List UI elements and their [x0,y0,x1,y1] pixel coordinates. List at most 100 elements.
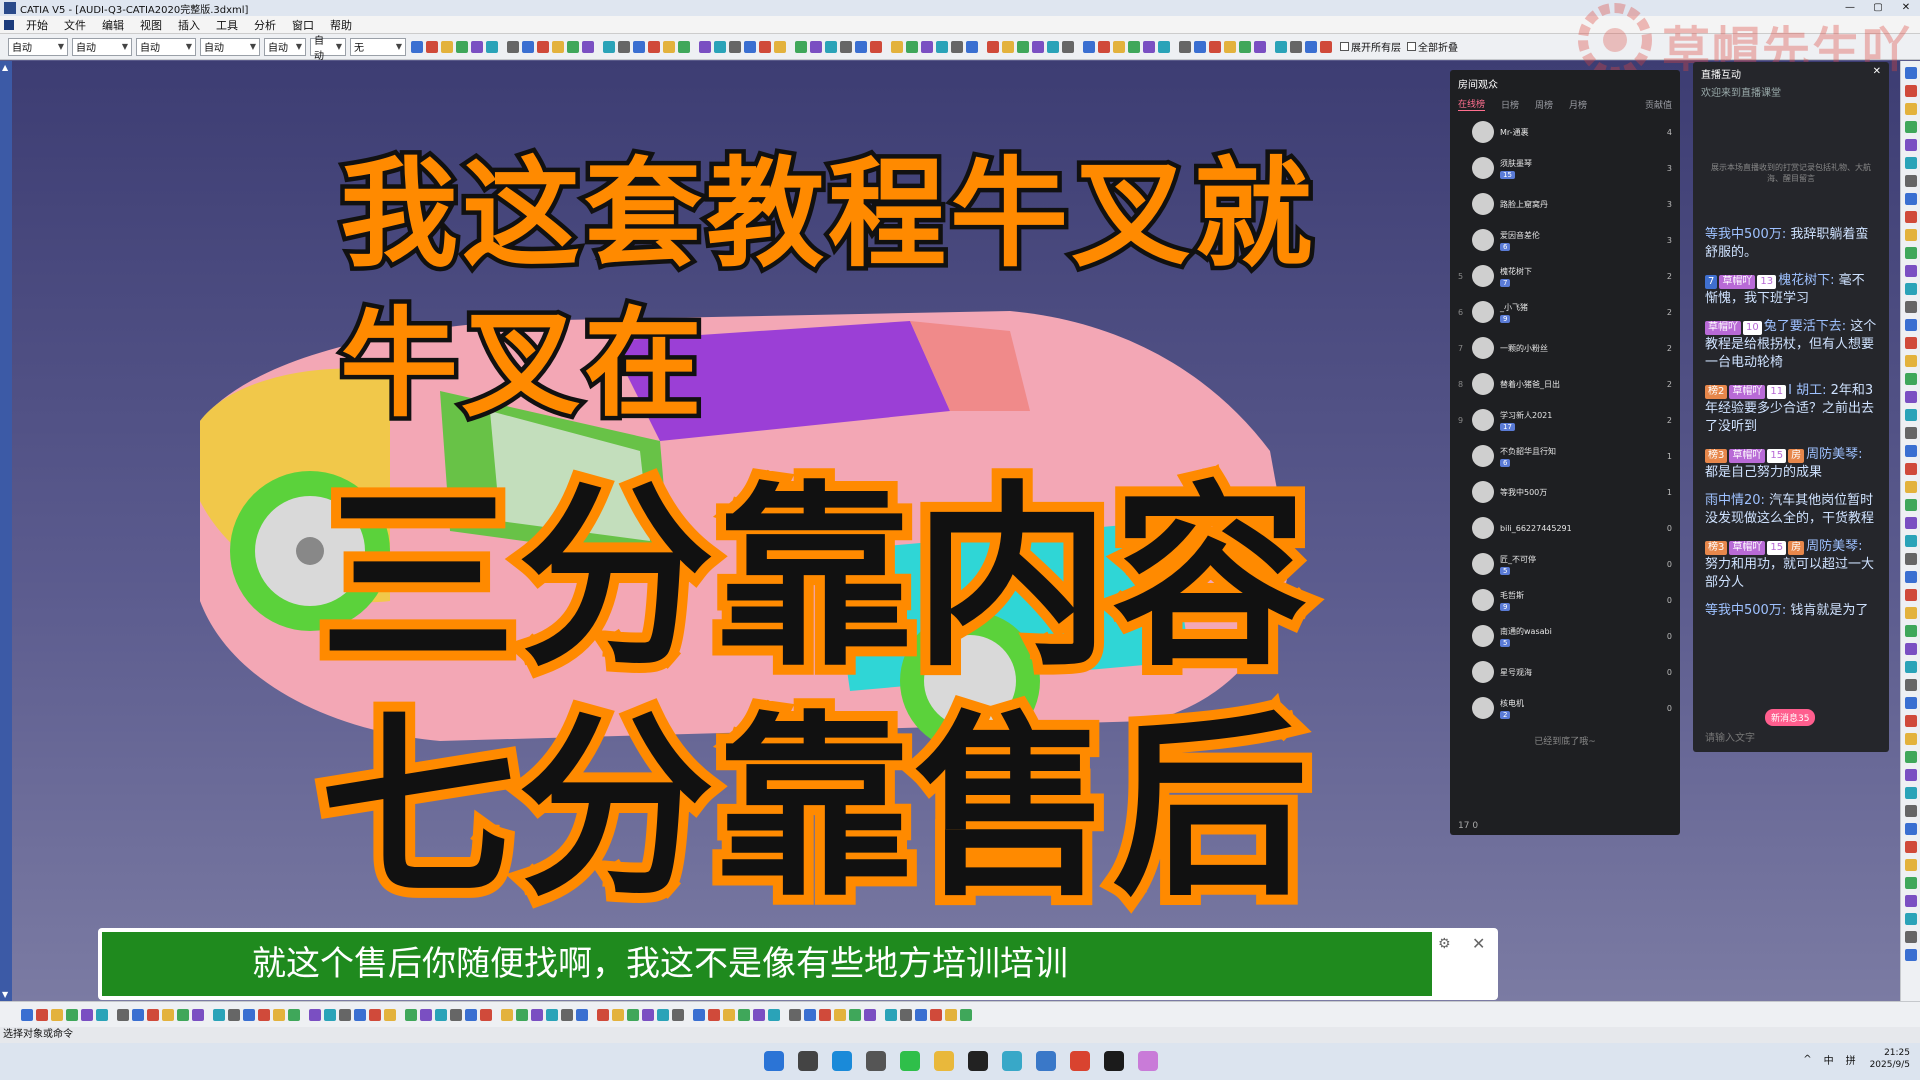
tool-icon[interactable] [1904,841,1917,853]
viewer-row[interactable]: 核电机 2 0 [1450,690,1680,726]
avatar[interactable] [1472,697,1494,719]
tool-icon[interactable] [1904,301,1917,313]
tool-icon[interactable] [693,1008,705,1021]
tool-icon[interactable] [678,40,690,53]
tool-icon[interactable] [1904,337,1917,349]
tool-icon[interactable] [339,1008,351,1021]
tool-icon[interactable] [1904,121,1917,133]
menu-view[interactable]: 视图 [132,17,170,33]
tool-icon[interactable] [441,40,453,53]
tool-icon[interactable] [900,1008,912,1021]
tool-icon[interactable] [768,1008,780,1021]
checkbox-box[interactable] [1340,42,1349,51]
fold-all-checkbox[interactable]: 全部折叠 [1407,39,1458,54]
avatar[interactable] [1472,517,1494,539]
tool-icon[interactable] [1904,373,1917,385]
tool-icon[interactable] [738,1008,750,1021]
folder-icon[interactable] [934,1051,954,1071]
tool-icon[interactable] [1194,40,1206,53]
tool-icon[interactable] [804,1008,816,1021]
avatar[interactable] [1472,625,1494,647]
tool-icon[interactable] [810,40,822,53]
tool-icon[interactable] [1904,643,1917,655]
tool-icon[interactable] [471,40,483,53]
viewer-row[interactable]: 须肤墨琴 15 3 [1450,150,1680,186]
avatar[interactable] [1472,301,1494,323]
tool-icon[interactable] [1032,40,1044,53]
tool-icon[interactable] [1904,265,1917,277]
app-icon[interactable] [1070,1051,1090,1071]
close-icon[interactable]: ✕ [1873,66,1881,80]
tool-icon[interactable] [1904,931,1917,943]
tool-icon[interactable] [648,40,660,53]
tool-icon[interactable] [840,40,852,53]
tool-icon[interactable] [618,40,630,53]
tool-icon[interactable] [1904,769,1917,781]
tool-icon[interactable] [288,1008,300,1021]
avatar[interactable] [1472,661,1494,683]
tool-icon[interactable] [1113,40,1125,53]
scroll-up-icon[interactable]: ▲ [2,63,8,72]
tool-icon[interactable] [834,1008,846,1021]
tool-icon[interactable] [420,1008,432,1021]
tool-icon[interactable] [501,1008,513,1021]
tool-icon[interactable] [774,40,786,53]
tool-icon[interactable] [1904,193,1917,205]
app-icon[interactable] [1138,1051,1158,1071]
menu-edit[interactable]: 编辑 [94,17,132,33]
chat-username[interactable]: 兔了要活下去: [1764,319,1846,334]
gear-icon[interactable]: ⚙ [1438,936,1451,952]
viewer-row[interactable]: 星号观海 0 [1450,654,1680,690]
tool-icon[interactable] [1904,913,1917,925]
avatar[interactable] [1472,589,1494,611]
tool-icon[interactable] [1083,40,1095,53]
tool-icon[interactable] [1179,40,1191,53]
scroll-down-icon[interactable]: ▼ [2,990,8,999]
tool-icon[interactable] [1904,877,1917,889]
menu-start[interactable]: 开始 [18,17,56,33]
tool-icon[interactable] [552,40,564,53]
viewer-row[interactable]: 匠_不可停 5 0 [1450,546,1680,582]
tool-icon[interactable] [603,40,615,53]
tool-icon[interactable] [1904,949,1917,961]
tool-icon[interactable] [960,1008,972,1021]
tool-icon[interactable] [789,1008,801,1021]
tool-icon[interactable] [1904,391,1917,403]
viewer-row[interactable]: 爱因音差伦 6 3 [1450,222,1680,258]
viewer-row[interactable]: 等我中500万 1 [1450,474,1680,510]
chat-input[interactable]: 请输入文字 [1705,729,1755,744]
viewer-row[interactable]: Mr-通裹 4 [1450,114,1680,150]
viewer-row[interactable]: 南通的wasabi 5 0 [1450,618,1680,654]
tool-icon[interactable] [36,1008,48,1021]
ime-mode[interactable]: 中 [1824,1052,1834,1067]
tool-icon[interactable] [546,1008,558,1021]
tool-icon[interactable] [117,1008,129,1021]
tool-icon[interactable] [1904,103,1917,115]
tool-icon[interactable] [642,1008,654,1021]
tool-icon[interactable] [51,1008,63,1021]
tool-icon[interactable] [1320,40,1332,53]
tool-icon[interactable] [507,40,519,53]
tool-icon[interactable] [537,40,549,53]
tool-icon[interactable] [1904,607,1917,619]
viewer-row[interactable]: 6 _小飞猪 9 2 [1450,294,1680,330]
tab-monthly[interactable]: 月榜 [1569,98,1587,111]
tool-icon[interactable] [1904,229,1917,241]
tool-icon[interactable] [273,1008,285,1021]
avatar[interactable] [1472,445,1494,467]
tool-icon[interactable] [531,1008,543,1021]
avatar[interactable] [1472,553,1494,575]
tool-icon[interactable] [1002,40,1014,53]
tool-icon[interactable] [891,40,903,53]
menu-insert[interactable]: 插入 [170,17,208,33]
tool-icon[interactable] [729,40,741,53]
tool-icon[interactable] [1290,40,1302,53]
tool-icon[interactable] [753,1008,765,1021]
tool-icon[interactable] [213,1008,225,1021]
menu-analyze[interactable]: 分析 [246,17,284,33]
tool-icon[interactable] [987,40,999,53]
tool-icon[interactable] [864,1008,876,1021]
app-icon[interactable] [1036,1051,1056,1071]
avatar[interactable] [1472,337,1494,359]
tool-icon[interactable] [849,1008,861,1021]
